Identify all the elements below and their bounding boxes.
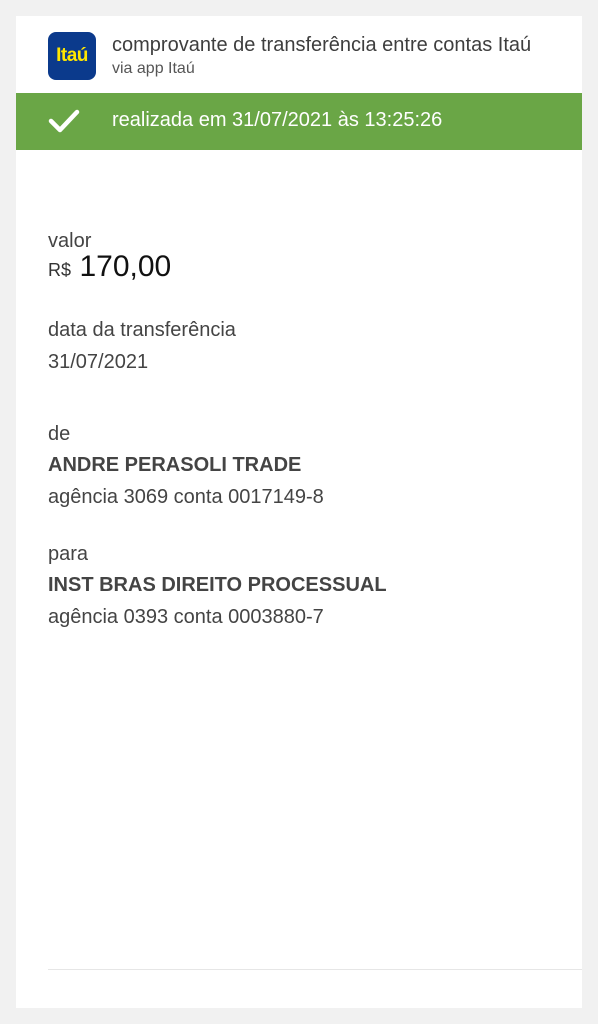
to-label: para — [48, 543, 89, 565]
from-name: ANDRE PERASOLI TRADE — [48, 454, 302, 476]
currency-symbol: R$ — [48, 260, 72, 280]
receipt-card: Itaú comprovante de transferência entre … — [16, 16, 582, 1008]
transfer-date-value: 31/07/2021 — [48, 351, 149, 373]
receipt-subtitle: via app Itaú — [112, 60, 195, 77]
status-banner: realizada em 31/07/2021 às 13:25:26 — [16, 93, 582, 150]
from-account: agência 3069 conta 0017149-8 — [48, 486, 324, 508]
receipt-header: Itaú comprovante de transferência entre … — [16, 16, 582, 93]
to-name: INST BRAS DIREITO PROCESSUAL — [48, 574, 387, 596]
itau-logo: Itaú — [48, 32, 96, 80]
check-icon — [48, 109, 80, 133]
from-label: de — [48, 423, 71, 445]
status-text: realizada em 31/07/2021 às 13:25:26 — [112, 109, 443, 131]
amount-row: R$ 170,00 — [48, 250, 171, 284]
amount-value: 170,00 — [79, 250, 172, 283]
receipt-title: comprovante de transferência entre conta… — [112, 34, 532, 56]
transfer-date-label: data da transferência — [48, 319, 236, 341]
bottom-divider — [48, 969, 582, 970]
to-account: agência 0393 conta 0003880-7 — [48, 606, 324, 628]
